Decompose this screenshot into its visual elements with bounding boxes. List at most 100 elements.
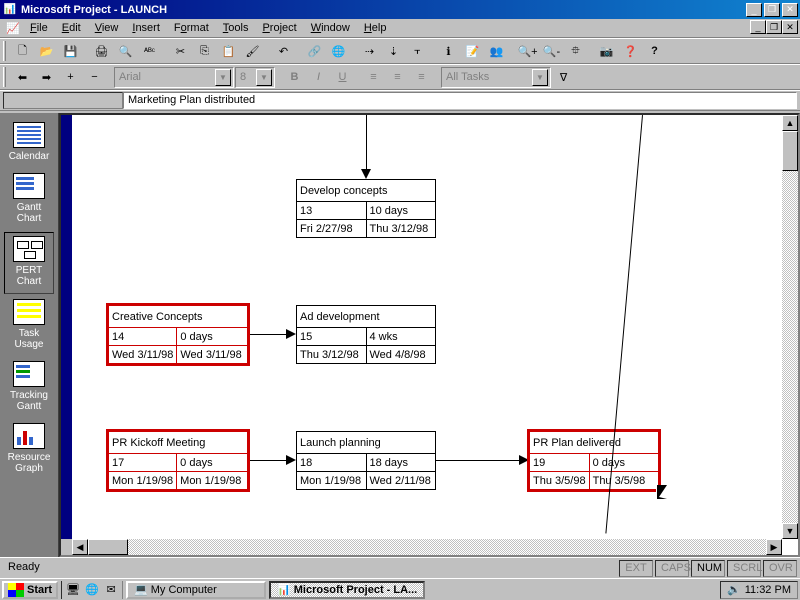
menu-window[interactable]: Window bbox=[305, 21, 356, 35]
align-center-button[interactable]: ≡ bbox=[386, 66, 409, 88]
task-information-button[interactable]: ℹ bbox=[437, 40, 460, 62]
align-left-button[interactable]: ≡ bbox=[362, 66, 385, 88]
scroll-right-button[interactable]: ▶ bbox=[766, 539, 782, 555]
undo-button[interactable]: ↶ bbox=[272, 40, 295, 62]
task-notes-button[interactable]: 📝 bbox=[461, 40, 484, 62]
help-button[interactable]: ? bbox=[643, 40, 666, 62]
print-button[interactable]: 🖨 bbox=[90, 40, 113, 62]
assign-resources-button[interactable]: 👥 bbox=[485, 40, 508, 62]
task-name: Ad development bbox=[297, 306, 436, 328]
toolbar-grip[interactable] bbox=[3, 67, 6, 87]
underline-button[interactable]: U bbox=[331, 66, 354, 88]
scroll-thumb[interactable] bbox=[88, 539, 128, 555]
font-combo[interactable]: Arial▼ bbox=[114, 67, 234, 88]
view-task-usage[interactable]: Task Usage bbox=[4, 296, 54, 356]
autofilter-button[interactable]: ∇ bbox=[552, 66, 575, 88]
quick-launch-desktop[interactable]: 🖥 bbox=[64, 581, 82, 599]
task-start: Wed 3/11/98 bbox=[109, 346, 177, 364]
task-id: 15 bbox=[297, 328, 367, 346]
zoom-out-button[interactable]: 🔍- bbox=[540, 40, 563, 62]
view-gantt-chart[interactable]: Gantt Chart bbox=[4, 170, 54, 230]
toolbar-grip[interactable] bbox=[3, 41, 6, 61]
indent-button[interactable]: ➡ bbox=[35, 66, 58, 88]
menu-file[interactable]: File bbox=[24, 21, 54, 35]
vertical-scrollbar[interactable]: ▲ ▼ bbox=[782, 115, 798, 539]
task-node-develop-concepts[interactable]: Develop concepts 1310 days Fri 2/27/98Th… bbox=[296, 179, 436, 238]
msproject-icon: 📊 bbox=[277, 583, 291, 596]
task-node-pr-plan-delivered[interactable]: PR Plan delivered 190 days Thu 3/5/98Thu… bbox=[529, 431, 659, 490]
taskbar-item-my-computer[interactable]: 💻 My Computer bbox=[126, 581, 266, 599]
filter-combo[interactable]: All Tasks▼ bbox=[441, 67, 551, 88]
scroll-track[interactable] bbox=[782, 131, 798, 523]
close-button[interactable]: ✕ bbox=[782, 3, 798, 17]
open-button[interactable]: 📂 bbox=[35, 40, 58, 62]
mdi-restore-button[interactable]: ❐ bbox=[766, 20, 782, 34]
menu-format[interactable]: Format bbox=[168, 21, 215, 35]
menu-insert[interactable]: Insert bbox=[126, 21, 166, 35]
unlink-tasks-button[interactable]: ⇣ bbox=[382, 40, 405, 62]
align-right-button[interactable]: ≡ bbox=[410, 66, 433, 88]
app-icon: 📊 bbox=[2, 2, 18, 18]
scroll-left-button[interactable]: ◀ bbox=[72, 539, 88, 555]
task-node-launch-planning[interactable]: Launch planning 1818 days Mon 1/19/98Wed… bbox=[296, 431, 436, 490]
task-node-creative-concepts[interactable]: Creative Concepts 140 days Wed 3/11/98We… bbox=[108, 305, 248, 364]
insert-hyperlink-button[interactable]: 🔗 bbox=[303, 40, 326, 62]
mdi-minimize-button[interactable]: _ bbox=[750, 20, 766, 34]
taskbar: Start 🖥 🌐 ✉ 💻 My Computer 📊 Microsoft Pr… bbox=[0, 578, 800, 600]
save-button[interactable]: 💾 bbox=[59, 40, 82, 62]
menu-edit[interactable]: Edit bbox=[56, 21, 87, 35]
split-task-button[interactable]: ⫟ bbox=[406, 40, 429, 62]
scroll-track[interactable] bbox=[128, 539, 766, 555]
show-subtasks-button[interactable]: + bbox=[59, 66, 82, 88]
taskbar-item-msproject[interactable]: 📊 Microsoft Project - LA... bbox=[269, 581, 425, 599]
pert-canvas[interactable]: Develop concepts 1310 days Fri 2/27/98Th… bbox=[72, 115, 782, 539]
view-label: Resource Graph bbox=[4, 452, 54, 474]
scroll-up-button[interactable]: ▲ bbox=[782, 115, 798, 131]
task-finish: Wed 2/11/98 bbox=[366, 472, 436, 490]
print-preview-button[interactable]: 🔍 bbox=[114, 40, 137, 62]
zoom-in-button[interactable]: 🔍+ bbox=[516, 40, 539, 62]
minimize-button[interactable]: _ bbox=[746, 3, 762, 17]
menu-project[interactable]: Project bbox=[256, 21, 302, 35]
spelling-button[interactable]: ᴬᴮᶜ bbox=[138, 40, 161, 62]
menu-help[interactable]: Help bbox=[358, 21, 393, 35]
cut-button[interactable]: ✂ bbox=[169, 40, 192, 62]
new-button[interactable]: 🗋 bbox=[11, 40, 34, 62]
paste-button[interactable]: 📋 bbox=[217, 40, 240, 62]
mdi-close-button[interactable]: ✕ bbox=[782, 20, 798, 34]
quick-launch-ie[interactable]: 🌐 bbox=[83, 581, 101, 599]
italic-button[interactable]: I bbox=[307, 66, 330, 88]
entry-field[interactable]: Marketing Plan distributed bbox=[123, 92, 797, 109]
hide-subtasks-button[interactable]: − bbox=[83, 66, 106, 88]
start-button[interactable]: Start bbox=[2, 581, 58, 599]
view-pert-chart[interactable]: PERT Chart bbox=[4, 232, 54, 294]
view-resource-graph[interactable]: Resource Graph bbox=[4, 420, 54, 480]
view-tracking-gantt[interactable]: Tracking Gantt bbox=[4, 358, 54, 418]
task-duration: 0 days bbox=[177, 454, 248, 472]
view-label: Gantt Chart bbox=[4, 202, 54, 224]
maximize-button[interactable]: ❐ bbox=[764, 3, 780, 17]
copy-picture-button[interactable]: 📷 bbox=[595, 40, 618, 62]
system-tray[interactable]: 🔊 11:32 PM bbox=[720, 581, 798, 599]
task-node-ad-development[interactable]: Ad development 154 wks Thu 3/12/98Wed 4/… bbox=[296, 305, 436, 364]
copy-button[interactable]: ⎘ bbox=[193, 40, 216, 62]
view-calendar[interactable]: Calendar bbox=[4, 119, 54, 168]
web-toolbar-button[interactable]: 🌐 bbox=[327, 40, 350, 62]
outdent-button[interactable]: ⬅ bbox=[11, 66, 34, 88]
horizontal-scrollbar[interactable]: ◀ ▶ bbox=[61, 539, 782, 555]
office-assistant-button[interactable]: ❓ bbox=[619, 40, 642, 62]
tray-icon[interactable]: 🔊 bbox=[727, 583, 741, 596]
goto-selected-button[interactable]: ⯐ bbox=[564, 40, 587, 62]
cell-reference-box[interactable] bbox=[3, 92, 123, 109]
menu-tools[interactable]: Tools bbox=[217, 21, 255, 35]
quick-launch-outlook[interactable]: ✉ bbox=[102, 581, 120, 599]
scroll-down-button[interactable]: ▼ bbox=[782, 523, 798, 539]
menu-view[interactable]: View bbox=[89, 21, 125, 35]
format-painter-button[interactable]: 🖌 bbox=[241, 40, 264, 62]
bold-button[interactable]: B bbox=[283, 66, 306, 88]
connector-line bbox=[250, 460, 286, 461]
font-size-combo[interactable]: 8▼ bbox=[235, 67, 275, 88]
scroll-thumb[interactable] bbox=[782, 131, 798, 171]
link-tasks-button[interactable]: ⇢ bbox=[358, 40, 381, 62]
task-node-pr-kickoff[interactable]: PR Kickoff Meeting 170 days Mon 1/19/98M… bbox=[108, 431, 248, 490]
